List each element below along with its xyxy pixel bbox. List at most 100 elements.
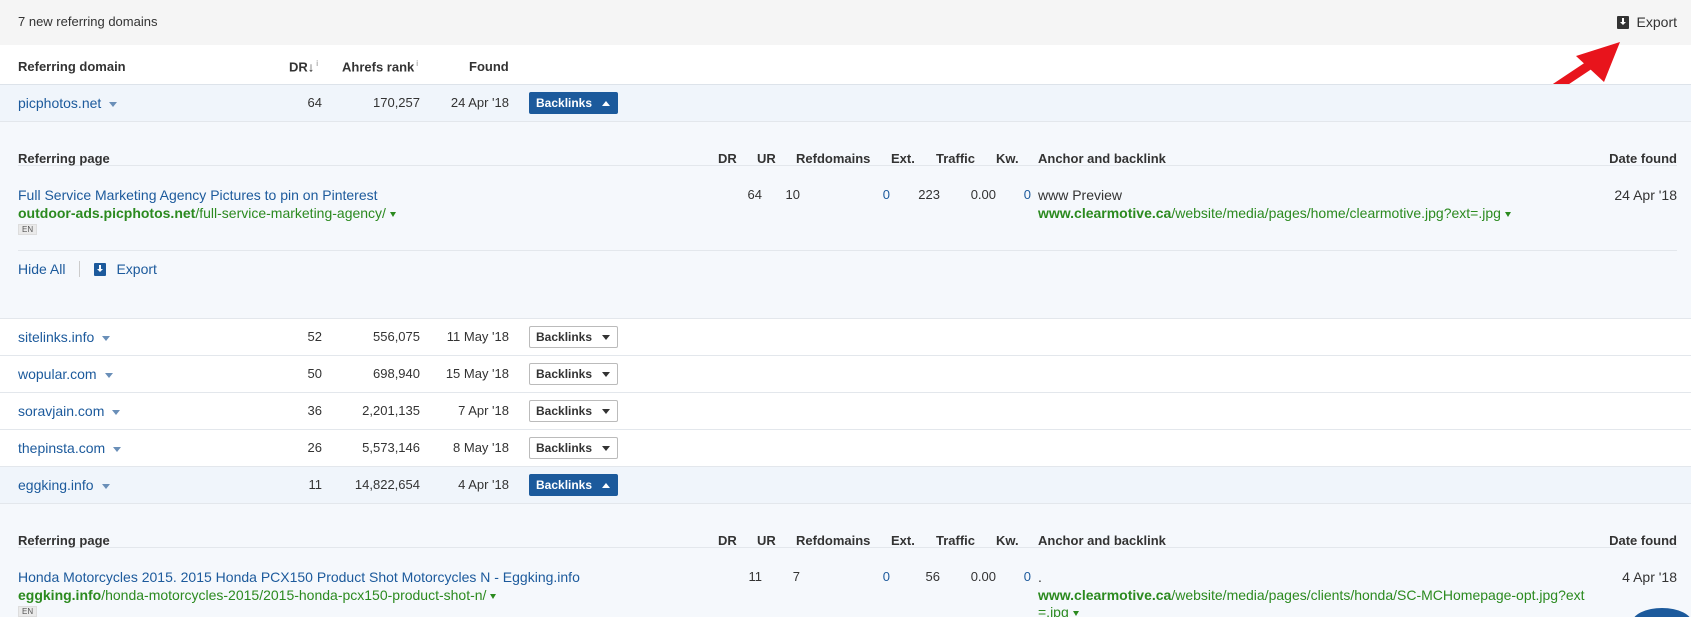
- chevron-up-icon: [602, 482, 611, 488]
- col-anchor-backlink: Anchor and backlink: [1038, 533, 1166, 548]
- backlinks-header: Referring page DR UR Refdomains Ext. Tra…: [18, 504, 1677, 548]
- col-refdomains: Refdomains: [796, 151, 871, 166]
- ur-value: 10: [785, 187, 800, 202]
- referring-page-title-link[interactable]: Full Service Marketing Agency Pictures t…: [18, 187, 378, 203]
- backlinks-toggle-button[interactable]: Backlinks: [529, 474, 618, 496]
- backlinks-toggle-button[interactable]: Backlinks: [529, 363, 618, 385]
- export-label: Export: [1636, 14, 1677, 30]
- info-icon[interactable]: i: [416, 59, 418, 68]
- domain-link[interactable]: eggking.info: [18, 477, 110, 493]
- refdomains-value[interactable]: 0: [883, 569, 890, 584]
- col-ur: UR: [757, 533, 776, 548]
- chevron-down-icon[interactable]: [1072, 610, 1079, 616]
- date-found: 4 Apr '18: [1622, 569, 1677, 585]
- col-kw: Kw.: [996, 151, 1019, 166]
- found-date: 24 Apr '18: [450, 95, 509, 110]
- backlink-url-link[interactable]: www.clearmotive.ca/website/media/pages/h…: [1038, 205, 1511, 221]
- chevron-down-icon[interactable]: [490, 593, 497, 599]
- dr-value: 36: [307, 403, 322, 418]
- col-anchor-backlink: Anchor and backlink: [1038, 151, 1166, 166]
- chevron-down-icon[interactable]: [113, 446, 122, 452]
- col-traffic: Traffic: [936, 151, 976, 166]
- backlinks-toggle-button[interactable]: Backlinks: [529, 437, 618, 459]
- table-row: picphotos.net 64 170,257 24 Apr '18 Back…: [0, 85, 1691, 122]
- chevron-down-icon: [602, 371, 611, 377]
- hide-all-link[interactable]: Hide All: [18, 261, 65, 277]
- kw-value[interactable]: 0: [1024, 569, 1031, 584]
- referring-page-url-link[interactable]: eggking.info/honda-motorcycles-2015/2015…: [18, 587, 497, 603]
- domain-link[interactable]: picphotos.net: [18, 95, 118, 111]
- divider: [79, 261, 81, 277]
- col-referring-page: Referring page: [18, 151, 110, 166]
- col-ur: UR: [757, 151, 776, 166]
- ur-value: 7: [792, 569, 800, 584]
- download-icon: [94, 262, 107, 276]
- ahrefs-rank-value: 556,075: [373, 329, 420, 344]
- ahrefs-rank-value: 698,940: [373, 366, 420, 381]
- col-date-found: Date found: [1609, 533, 1677, 548]
- chevron-down-icon[interactable]: [101, 483, 110, 489]
- panel-actions: Hide All Export: [18, 261, 157, 277]
- chevron-down-icon[interactable]: [112, 409, 121, 415]
- backlinks-header: Referring page DR UR Refdomains Ext. Tra…: [18, 122, 1677, 166]
- dr-value: 11: [748, 569, 763, 584]
- export-button[interactable]: Export: [1616, 14, 1677, 30]
- download-icon: [1616, 15, 1629, 29]
- dr-value: 50: [307, 366, 322, 381]
- chevron-down-icon[interactable]: [104, 372, 113, 378]
- domain-link[interactable]: sitelinks.info: [18, 329, 111, 345]
- domain-link[interactable]: thepinsta.com: [18, 440, 122, 456]
- backlinks-toggle-button[interactable]: Backlinks: [529, 326, 618, 348]
- chevron-up-icon: [602, 100, 611, 106]
- found-date: 7 Apr '18: [458, 403, 509, 418]
- col-ahrefs-rank[interactable]: Ahrefs rank i: [342, 59, 418, 74]
- found-date: 4 Apr '18: [458, 477, 509, 492]
- refdomains-value[interactable]: 0: [883, 187, 890, 202]
- ahrefs-rank-value: 5,573,146: [362, 440, 420, 455]
- table-row: wopular.com 50 698,940 15 May '18 Backli…: [0, 356, 1691, 393]
- chevron-down-icon[interactable]: [1504, 211, 1511, 217]
- chevron-down-icon[interactable]: [102, 335, 111, 341]
- ahrefs-rank-value: 170,257: [373, 95, 420, 110]
- col-dr: DR: [718, 533, 737, 548]
- info-icon[interactable]: i: [316, 59, 318, 68]
- dr-value: 11: [308, 477, 323, 492]
- sort-desc-icon: ↓: [307, 59, 315, 75]
- col-ext: Ext.: [891, 533, 915, 548]
- dr-value: 52: [307, 329, 322, 344]
- backlink-url-link-wrap[interactable]: =.jpg: [1038, 604, 1079, 617]
- col-kw: Kw.: [996, 533, 1019, 548]
- kw-value[interactable]: 0: [1024, 187, 1031, 202]
- col-dr: DR: [718, 151, 737, 166]
- results-summary-bar: 7 new referring domains Export: [0, 0, 1691, 45]
- col-date-found: Date found: [1609, 151, 1677, 166]
- backlink-url-link[interactable]: www.clearmotive.ca/website/media/pages/c…: [1038, 587, 1585, 603]
- domain-link[interactable]: soravjain.com: [18, 403, 121, 419]
- table-row: thepinsta.com 26 5,573,146 8 May '18 Bac…: [0, 430, 1691, 467]
- col-referring-domain[interactable]: Referring domain: [18, 59, 126, 74]
- ext-value: 223: [918, 187, 940, 202]
- col-refdomains: Refdomains: [796, 533, 871, 548]
- language-badge: EN: [18, 224, 38, 235]
- anchor-text: .: [1038, 569, 1042, 585]
- panel-export-button[interactable]: Export: [94, 261, 157, 277]
- date-found: 24 Apr '18: [1614, 187, 1677, 203]
- col-dr[interactable]: DR↓ i: [289, 59, 318, 74]
- table-header: Referring domain DR↓ i Ahrefs rank i Found: [0, 45, 1691, 85]
- backlinks-panel: Referring page DR UR Refdomains Ext. Tra…: [0, 504, 1691, 617]
- table-row: soravjain.com 36 2,201,135 7 Apr '18 Bac…: [0, 393, 1691, 430]
- col-ext: Ext.: [891, 151, 915, 166]
- dr-value: 64: [307, 95, 322, 110]
- referring-page-title-link[interactable]: Honda Motorcycles 2015. 2015 Honda PCX15…: [18, 569, 580, 585]
- domain-link[interactable]: wopular.com: [18, 366, 113, 382]
- col-referring-page: Referring page: [18, 533, 110, 548]
- backlinks-toggle-button[interactable]: Backlinks: [529, 92, 618, 114]
- backlinks-toggle-button[interactable]: Backlinks: [529, 400, 618, 422]
- chevron-down-icon[interactable]: [109, 101, 118, 107]
- referring-page-url-link[interactable]: outdoor-ads.picphotos.net/full-service-m…: [18, 205, 396, 221]
- col-found[interactable]: Found: [469, 59, 509, 74]
- table-row: sitelinks.info 52 556,075 11 May '18 Bac…: [0, 319, 1691, 356]
- chevron-down-icon[interactable]: [389, 211, 396, 217]
- table-row: eggking.info 11 14,822,654 4 Apr '18 Bac…: [0, 467, 1691, 504]
- backlink-row: Full Service Marketing Agency Pictures t…: [18, 166, 1677, 251]
